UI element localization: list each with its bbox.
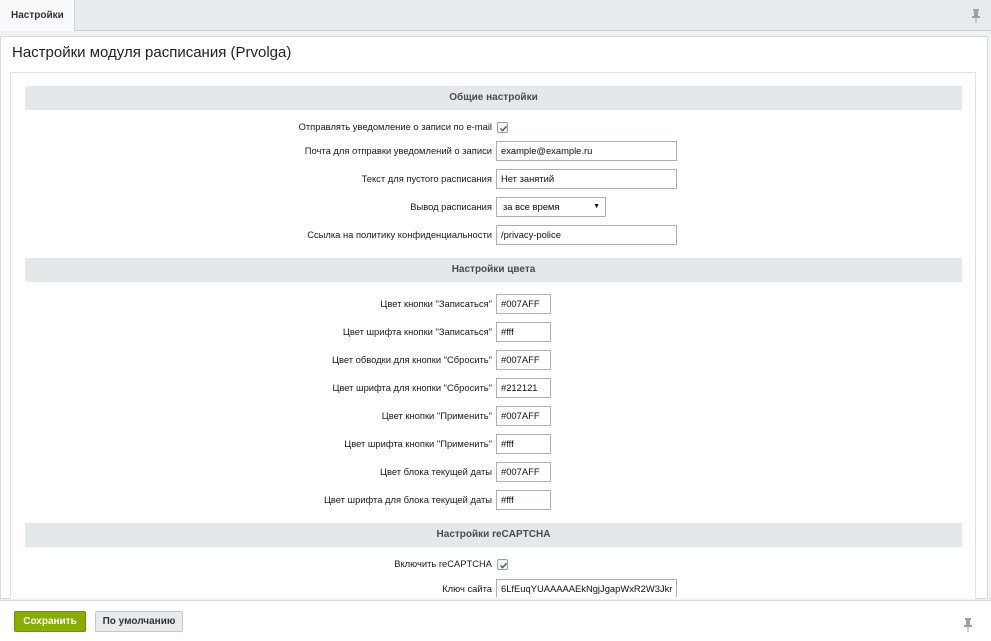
color-field-label: Цвет обводки для кнопки "Сбросить" <box>332 354 492 365</box>
color-field-input[interactable]: #007AFF <box>496 294 551 314</box>
row-empty-text: Текст для пустого расписания Нет занятий <box>0 169 991 189</box>
section-header-general: Общие настройки <box>25 86 962 110</box>
tab-settings[interactable]: Настройки <box>0 0 75 31</box>
recaptcha-enable-checkbox[interactable] <box>497 559 508 570</box>
pin-icon[interactable] <box>963 618 973 632</box>
dropdown-arrow-icon: ▼ <box>593 203 600 210</box>
color-field-label: Цвет шрифта для кнопки "Сбросить" <box>332 382 492 393</box>
privacy-link-label: Ссылка на политику конфиденциальности <box>307 229 492 240</box>
section-header-colors: Настройки цвета <box>25 258 962 282</box>
site-key-input[interactable]: 6LfEuqYUAAAAAEkNgjJgapWxR2W3Jkr <box>496 579 677 597</box>
color-field-label: Цвет блока текущей даты <box>380 466 492 477</box>
row-color: Цвет шрифта для блока текущей даты #fff <box>0 490 991 510</box>
color-field-input[interactable]: #007AFF <box>496 350 551 370</box>
page-title: Настройки модуля расписания (Prvolga) <box>12 44 292 61</box>
row-notify-email: Почта для отправки уведомлений о записи … <box>0 141 991 161</box>
site-key-label: Ключ сайта <box>442 583 492 594</box>
empty-text-label: Текст для пустого расписания <box>361 173 492 184</box>
pin-icon[interactable] <box>971 9 981 23</box>
output-select-value: за все время <box>503 201 560 212</box>
output-select[interactable]: за все время ▼ <box>496 197 606 217</box>
color-field-input[interactable]: #212121 <box>496 378 551 398</box>
row-color: Цвет кнопки "Применить" #007AFF <box>0 406 991 426</box>
email-notify-checkbox[interactable] <box>497 122 508 133</box>
row-color: Цвет шрифта для кнопки "Сбросить" #21212… <box>0 378 991 398</box>
tab-bar: Настройки <box>0 0 991 31</box>
color-field-label: Цвет кнопки "Применить" <box>381 410 492 421</box>
color-field-input[interactable]: #007AFF <box>496 462 551 482</box>
row-color: Цвет кнопки "Записаться" #007AFF <box>0 294 991 314</box>
color-field-label: Цвет кнопки "Записаться" <box>380 298 492 309</box>
color-field-input[interactable]: #fff <box>496 490 551 510</box>
color-field-input[interactable]: #fff <box>496 434 551 454</box>
section-header-recaptcha: Настройки reCAPTCHA <box>25 523 962 547</box>
default-button[interactable]: По умолчанию <box>95 611 183 632</box>
color-field-input[interactable]: #007AFF <box>496 406 551 426</box>
notify-email-label: Почта для отправки уведомлений о записи <box>304 145 492 156</box>
row-color: Цвет обводки для кнопки "Сбросить" #007A… <box>0 350 991 370</box>
output-label: Вывод расписания <box>410 201 492 212</box>
row-recaptcha-enable: Включить reCAPTCHA <box>0 554 991 574</box>
privacy-link-input[interactable]: /privacy-police <box>496 225 677 245</box>
color-field-label: Цвет шрифта кнопки "Записаться" <box>342 326 492 337</box>
color-field-input[interactable]: #fff <box>496 322 551 342</box>
row-color: Цвет блока текущей даты #007AFF <box>0 462 991 482</box>
row-site-key: Ключ сайта 6LfEuqYUAAAAAEkNgjJgapWxR2W3J… <box>0 579 991 597</box>
save-button[interactable]: Сохранить <box>14 611 86 632</box>
color-field-label: Цвет шрифта кнопки "Применить" <box>344 438 492 449</box>
row-color: Цвет шрифта кнопки "Записаться" #fff <box>0 322 991 342</box>
color-field-label: Цвет шрифта для блока текущей даты <box>323 494 492 505</box>
recaptcha-enable-label: Включить reCAPTCHA <box>394 558 492 569</box>
row-privacy-link: Ссылка на политику конфиденциальности /p… <box>0 225 991 245</box>
row-color: Цвет шрифта кнопки "Применить" #fff <box>0 434 991 454</box>
email-notify-label: Отправлять уведомление о записи по e-mai… <box>298 121 492 132</box>
row-output: Вывод расписания за все время ▼ <box>0 197 991 217</box>
empty-text-input[interactable]: Нет занятий <box>496 169 677 189</box>
notify-email-input[interactable]: example@example.ru <box>496 141 677 161</box>
row-email-notify: Отправлять уведомление о записи по e-mai… <box>0 117 991 137</box>
